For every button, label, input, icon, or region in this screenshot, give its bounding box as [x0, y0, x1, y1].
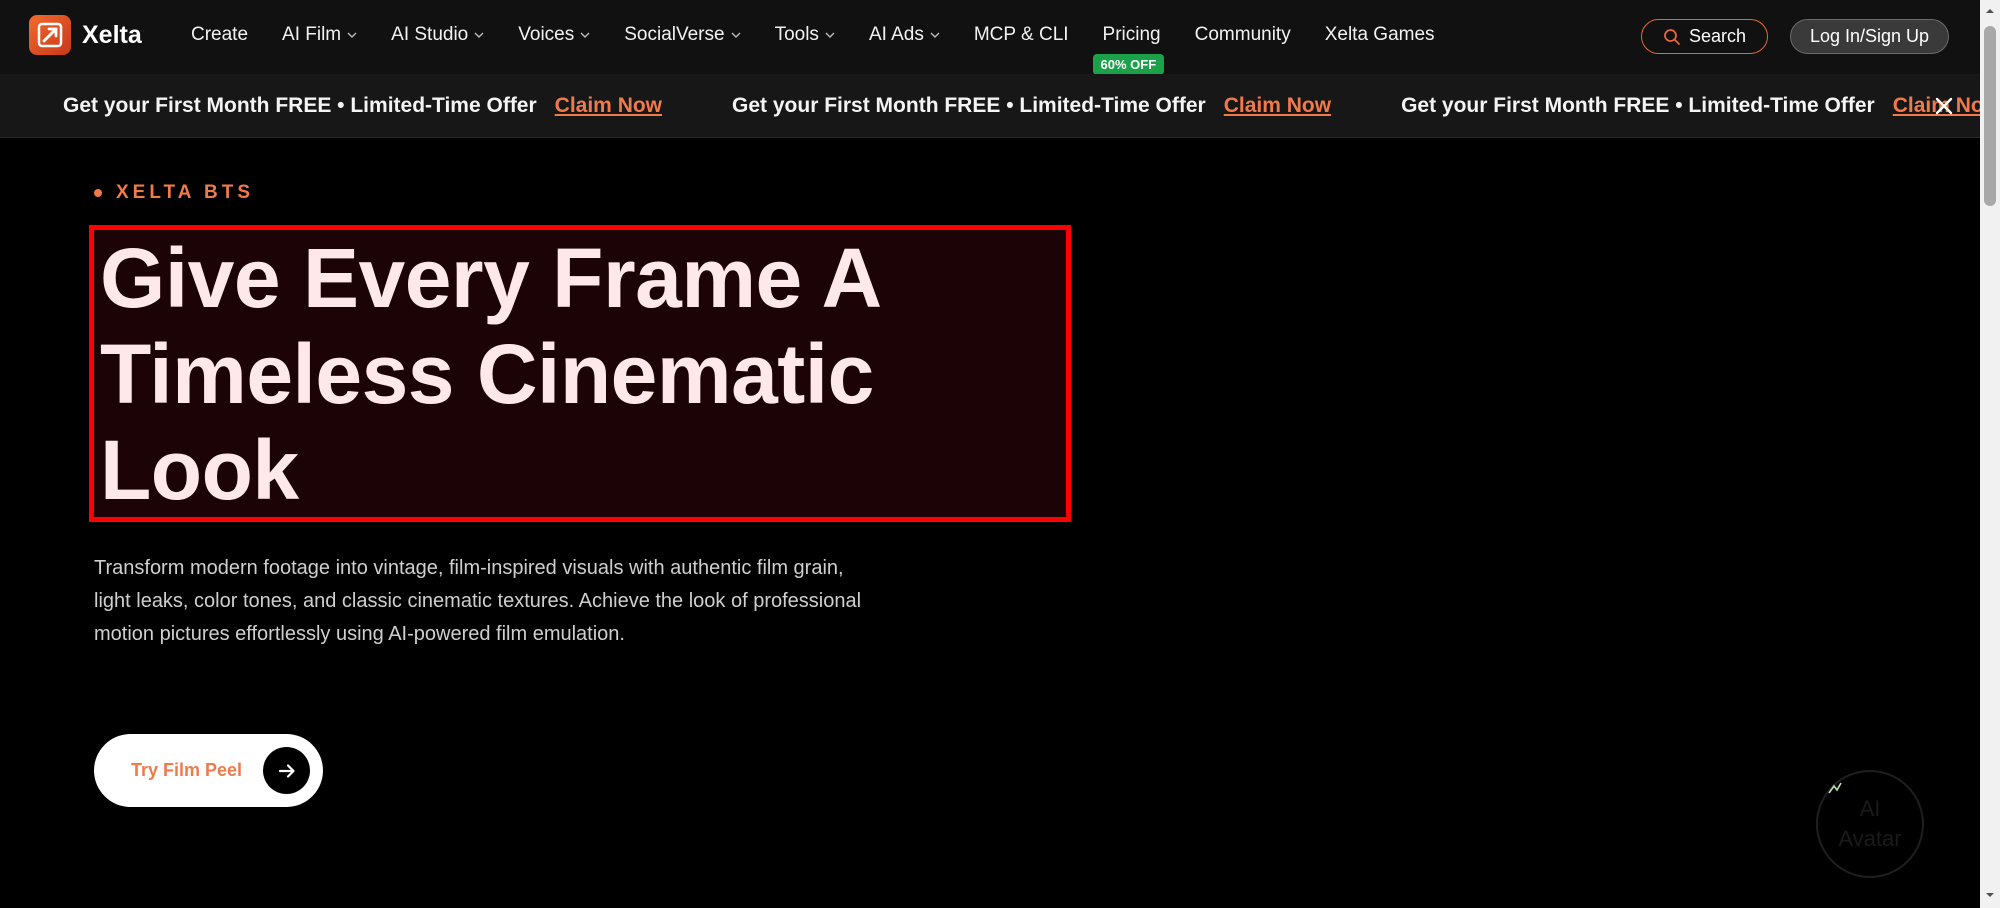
promo-marquee: Get your First Month FREE • Limited-Time… [63, 74, 1980, 137]
chevron-down-icon [825, 32, 835, 38]
nav-item-label: SocialVerse [624, 24, 725, 45]
nav-item-label: Voices [518, 24, 575, 45]
brand-name: Xelta [82, 20, 142, 49]
nav-item-label: AI Studio [391, 24, 469, 45]
chevron-down-icon [731, 32, 741, 38]
try-film-peel-button[interactable]: Try Film Peel [94, 734, 323, 807]
search-label: Search [1688, 26, 1747, 46]
chevron-down-icon [347, 32, 357, 38]
page-title: Give Every Frame A Timeless Cinematic Lo… [100, 230, 882, 518]
promo-banner: Get your First Month FREE • Limited-Time… [0, 74, 1980, 138]
headline-line: Give Every Frame A [100, 231, 882, 325]
chevron-down-icon [580, 32, 590, 38]
hero-description: Transform modern footage into vintage, f… [94, 557, 862, 645]
page-scrollbar[interactable] [1980, 0, 2000, 908]
discount-badge: 60% OFF [1092, 54, 1165, 75]
broken-image-icon [1828, 782, 1842, 794]
headline-line: Look [100, 423, 299, 517]
promo-item: Get your First Month FREE • Limited-Time… [732, 94, 1331, 118]
nav-item-community[interactable]: Community [1195, 24, 1291, 46]
login-signup-button[interactable]: Log In/Sign Up [1790, 19, 1949, 54]
nav-item-label: Pricing [1102, 24, 1161, 45]
promo-item: Get your First Month FREE • Limited-Time… [63, 94, 662, 118]
nav-item-xelta-games[interactable]: Xelta Games [1325, 24, 1435, 46]
nav-item-socialverse[interactable]: SocialVerse [624, 24, 741, 46]
nav-item-label: Xelta Games [1324, 24, 1435, 45]
avatar-alt-text: AI Avatar [1838, 794, 1901, 854]
promo-text: Get your First Month FREE • Limited-Time… [732, 94, 1206, 117]
headline-highlight: Give Every Frame A Timeless Cinematic Lo… [89, 225, 1071, 522]
nav-item-ai-film[interactable]: AI Film [282, 24, 357, 46]
avatar-alt-line: Avatar [1838, 826, 1902, 851]
ai-avatar-button[interactable]: AI Avatar [1816, 770, 1924, 878]
brand-logo[interactable]: Xelta [29, 15, 142, 55]
headline-line: Timeless Cinematic [100, 327, 874, 421]
eyebrow-dot-icon [94, 189, 102, 197]
scroll-up-icon[interactable] [1985, 6, 1995, 16]
nav-item-mcp-cli[interactable]: MCP & CLI [974, 24, 1069, 46]
hero-eyebrow: XELTA BTS [94, 182, 254, 204]
nav-item-label: Community [1194, 24, 1291, 45]
promo-text: Get your First Month FREE • Limited-Time… [63, 94, 537, 117]
nav-item-ai-studio[interactable]: AI Studio [391, 24, 484, 46]
search-button[interactable]: Search [1641, 19, 1768, 54]
nav-menu: Create AI Film AI Studio Voices SocialVe… [191, 0, 1469, 75]
top-nav: Xelta Create AI Film AI Studio Voices So… [0, 0, 1980, 75]
scrollbar-thumb[interactable] [1984, 26, 1996, 206]
nav-item-label: MCP & CLI [973, 24, 1069, 45]
nav-item-label: Create [191, 24, 249, 45]
cta-label: Try Film Peel [131, 760, 243, 780]
nav-item-ai-ads[interactable]: AI Ads [869, 24, 940, 46]
claim-now-link[interactable]: Claim Now [555, 94, 662, 118]
chevron-down-icon [474, 32, 484, 38]
nav-item-pricing[interactable]: Pricing 60% OFF [1092, 24, 1165, 75]
scroll-down-icon[interactable] [1985, 890, 1995, 900]
nav-item-label: Tools [774, 24, 819, 45]
nav-item-label: AI Ads [868, 24, 924, 45]
nav-item-label: AI Film [282, 24, 342, 45]
nav-item-voices[interactable]: Voices [518, 24, 590, 46]
promo-item: Get your First Month FREE • Limited-Time… [1401, 94, 1980, 118]
nav-item-tools[interactable]: Tools [775, 24, 835, 46]
search-icon [1664, 28, 1680, 45]
xelta-logo-icon [29, 15, 71, 55]
chevron-down-icon [930, 32, 940, 38]
arrow-right-icon [263, 747, 310, 794]
claim-now-link[interactable]: Claim Now [1224, 94, 1331, 118]
avatar-alt-line: AI [1859, 796, 1881, 821]
promo-text: Get your First Month FREE • Limited-Time… [1401, 94, 1875, 117]
nav-item-create[interactable]: Create [191, 24, 248, 46]
close-icon[interactable] [1932, 94, 1956, 118]
eyebrow-text: XELTA BTS [116, 182, 255, 203]
